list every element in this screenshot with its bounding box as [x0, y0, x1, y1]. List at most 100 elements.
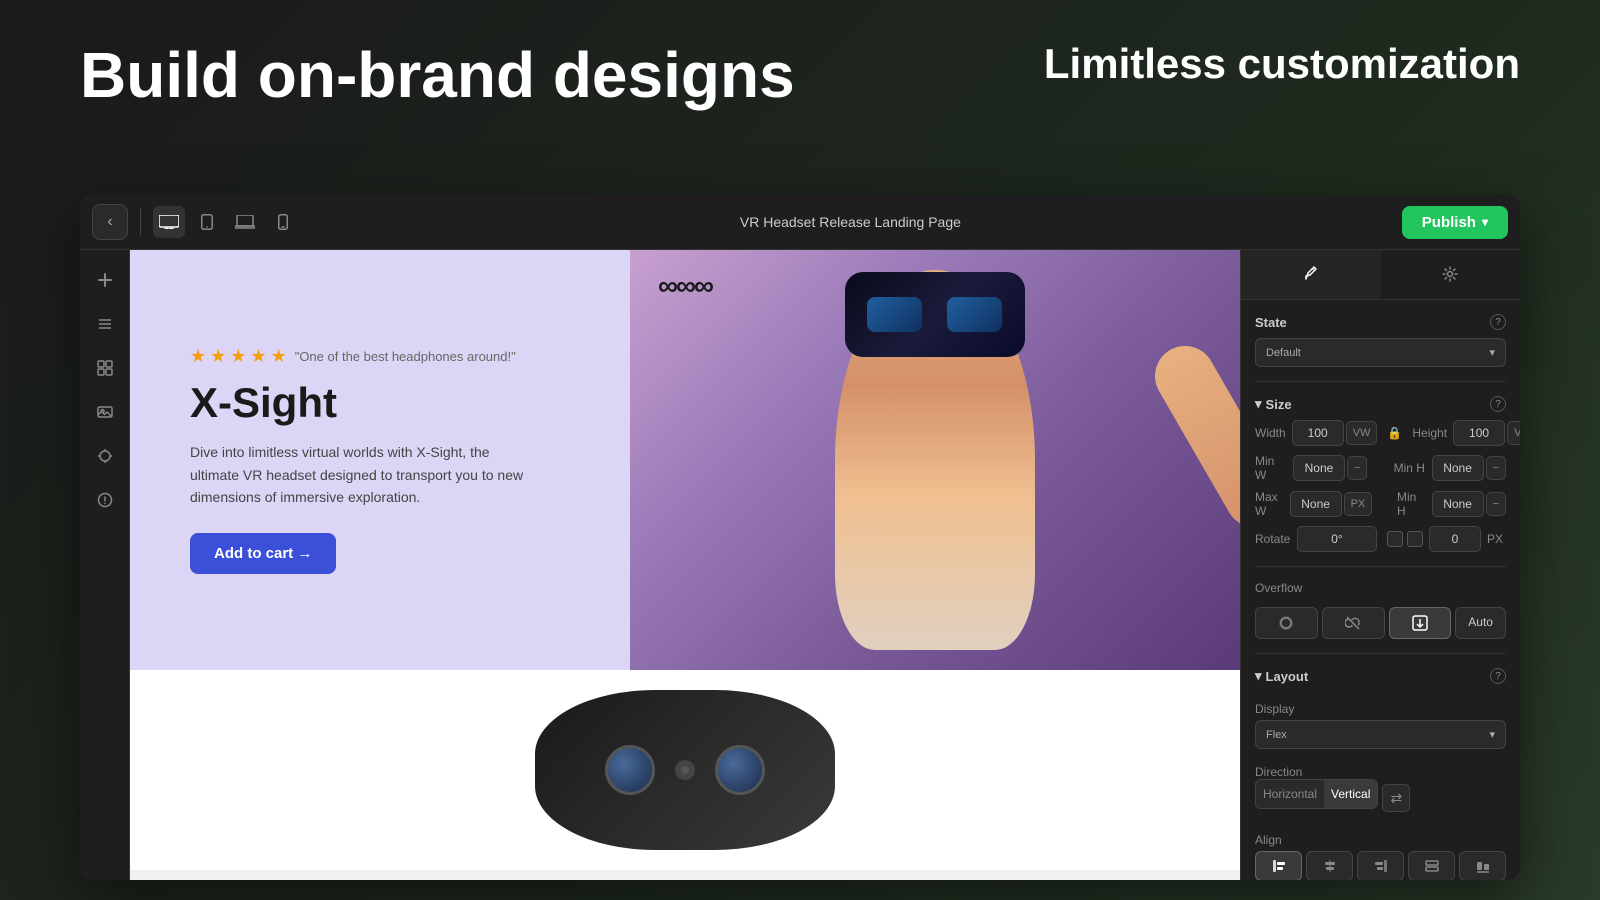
- style-tab[interactable]: [1241, 250, 1381, 299]
- display-arrow: ▾: [1489, 728, 1495, 741]
- min-wh-row: Min W − Min H −: [1255, 454, 1506, 482]
- vr-person: [630, 250, 1241, 670]
- direction-buttons: Horizontal Vertical: [1255, 779, 1378, 809]
- logo-text: ∞∞∞: [658, 270, 712, 302]
- stars: ★: [190, 346, 206, 367]
- min-w-input[interactable]: [1293, 455, 1345, 481]
- stars-row: ★ ★ ★ ★ ★ "One of the best headphones ar…: [190, 346, 530, 367]
- vertical-btn[interactable]: Vertical: [1324, 780, 1377, 808]
- size-title: ▾ Size: [1255, 396, 1292, 412]
- controller-lens-left: [605, 745, 655, 795]
- min-h2-unit[interactable]: −: [1486, 492, 1506, 516]
- canvas-second: [130, 670, 1240, 870]
- desktop-view-icon[interactable]: [153, 206, 185, 238]
- overflow-visible-btn[interactable]: [1255, 607, 1318, 639]
- display-dropdown[interactable]: Flex ▾: [1255, 720, 1506, 749]
- align-buttons: [1255, 851, 1506, 880]
- height-input[interactable]: [1453, 420, 1505, 446]
- align-container: Align: [1255, 833, 1506, 880]
- view-icons: [153, 206, 299, 238]
- min-h-input[interactable]: [1432, 455, 1484, 481]
- rotate-checkboxes: [1387, 531, 1423, 547]
- divider-2: [1255, 566, 1506, 567]
- width-unit[interactable]: VW: [1346, 421, 1378, 445]
- mobile-view-icon[interactable]: [267, 206, 299, 238]
- rotate-num-input[interactable]: [1429, 526, 1481, 552]
- direction-container: Direction Horizontal Vertical ⇄: [1255, 765, 1506, 825]
- layout-help-icon[interactable]: ?: [1490, 668, 1506, 684]
- star4: ★: [250, 346, 266, 367]
- canvas-hero-content: ★ ★ ★ ★ ★ "One of the best headphones ar…: [130, 296, 590, 623]
- rotate-checkbox-1[interactable]: [1387, 531, 1403, 547]
- star3: ★: [230, 346, 246, 367]
- page-title: VR Headset Release Landing Page: [307, 214, 1394, 230]
- size-header: ▾ Size ?: [1255, 396, 1506, 412]
- overflow-label: Overflow: [1255, 581, 1506, 595]
- overflow-scroll-btn[interactable]: [1389, 607, 1452, 639]
- width-label: Width: [1255, 426, 1286, 440]
- size-chevron: ▾: [1255, 396, 1262, 412]
- rotate-input[interactable]: [1297, 526, 1377, 552]
- align-end-btn[interactable]: [1357, 851, 1404, 880]
- min-h-input-group: −: [1432, 455, 1506, 481]
- align-center-btn[interactable]: [1306, 851, 1353, 880]
- state-section: State ? Default ▾: [1255, 314, 1506, 367]
- size-help-icon[interactable]: ?: [1490, 396, 1506, 412]
- width-input[interactable]: [1292, 420, 1344, 446]
- overflow-hidden-btn[interactable]: [1322, 607, 1385, 639]
- state-help-icon[interactable]: ?: [1490, 314, 1506, 330]
- height-label: Height: [1412, 426, 1447, 440]
- components-icon[interactable]: [87, 350, 123, 386]
- state-header: State ?: [1255, 314, 1506, 330]
- canvas-area[interactable]: ∞∞∞ ★ ★ ★ ★ ★ "One of the best headphone…: [130, 250, 1240, 880]
- toolbar-divider: [140, 208, 141, 236]
- min-h2-input-group: −: [1432, 491, 1506, 517]
- layers-icon[interactable]: [87, 306, 123, 342]
- min-h-unit[interactable]: −: [1486, 456, 1506, 480]
- add-icon[interactable]: [87, 262, 123, 298]
- toolbar: ‹ VR Headset Release Landing Page Publis…: [80, 195, 1520, 250]
- min-h2-input[interactable]: [1432, 491, 1484, 517]
- state-dropdown[interactable]: Default ▾: [1255, 338, 1506, 367]
- layout-chevron: ▾: [1255, 668, 1262, 684]
- rotate-label: Rotate: [1255, 532, 1291, 546]
- align-stretch-btn[interactable]: [1408, 851, 1455, 880]
- display-row: Display Flex ▾: [1255, 702, 1506, 749]
- align-baseline-btn[interactable]: [1459, 851, 1506, 880]
- laptop-view-icon[interactable]: [229, 206, 261, 238]
- direction-row: Horizontal Vertical ⇄: [1255, 779, 1506, 817]
- divider-3: [1255, 653, 1506, 654]
- controller-lens-right: [715, 745, 765, 795]
- add-to-cart-button[interactable]: Add to cart →: [190, 533, 336, 574]
- layout-title: ▾ Layout: [1255, 668, 1308, 684]
- overflow-auto-btn[interactable]: Auto: [1455, 607, 1506, 639]
- star5: ★: [271, 346, 287, 367]
- warning-icon[interactable]: [87, 482, 123, 518]
- align-start-btn[interactable]: [1255, 851, 1302, 880]
- style-icon[interactable]: [87, 438, 123, 474]
- lock-icon[interactable]: 🔒: [1383, 426, 1406, 440]
- rotate-checkbox-2[interactable]: [1407, 531, 1423, 547]
- horizontal-btn[interactable]: Horizontal: [1256, 780, 1324, 808]
- left-sidebar: [80, 250, 130, 880]
- max-w-unit[interactable]: PX: [1344, 492, 1373, 516]
- max-w-input[interactable]: [1290, 491, 1342, 517]
- settings-tab[interactable]: [1381, 250, 1521, 299]
- min-w-unit[interactable]: −: [1347, 456, 1367, 480]
- min-w-input-group: −: [1293, 455, 1367, 481]
- hero-subtitle: Limitless customization: [1044, 40, 1520, 88]
- media-icon[interactable]: [87, 394, 123, 430]
- state-title: State: [1255, 315, 1287, 330]
- panel-tabs: [1241, 250, 1520, 300]
- canvas-logo: ∞∞∞: [658, 270, 712, 302]
- height-unit[interactable]: VH: [1507, 421, 1520, 445]
- max-w-input-group: PX: [1290, 491, 1373, 517]
- star2: ★: [210, 346, 226, 367]
- min-w-label: Min W: [1255, 454, 1287, 482]
- direction-swap-btn[interactable]: ⇄: [1382, 784, 1410, 812]
- publish-button[interactable]: Publish: [1402, 206, 1508, 239]
- overflow-section: Overflow Auto: [1255, 581, 1506, 639]
- tablet-view-icon[interactable]: [191, 206, 223, 238]
- size-section: ▾ Size ? Width VW 🔒 Height: [1255, 396, 1506, 552]
- back-button[interactable]: ‹: [92, 204, 128, 240]
